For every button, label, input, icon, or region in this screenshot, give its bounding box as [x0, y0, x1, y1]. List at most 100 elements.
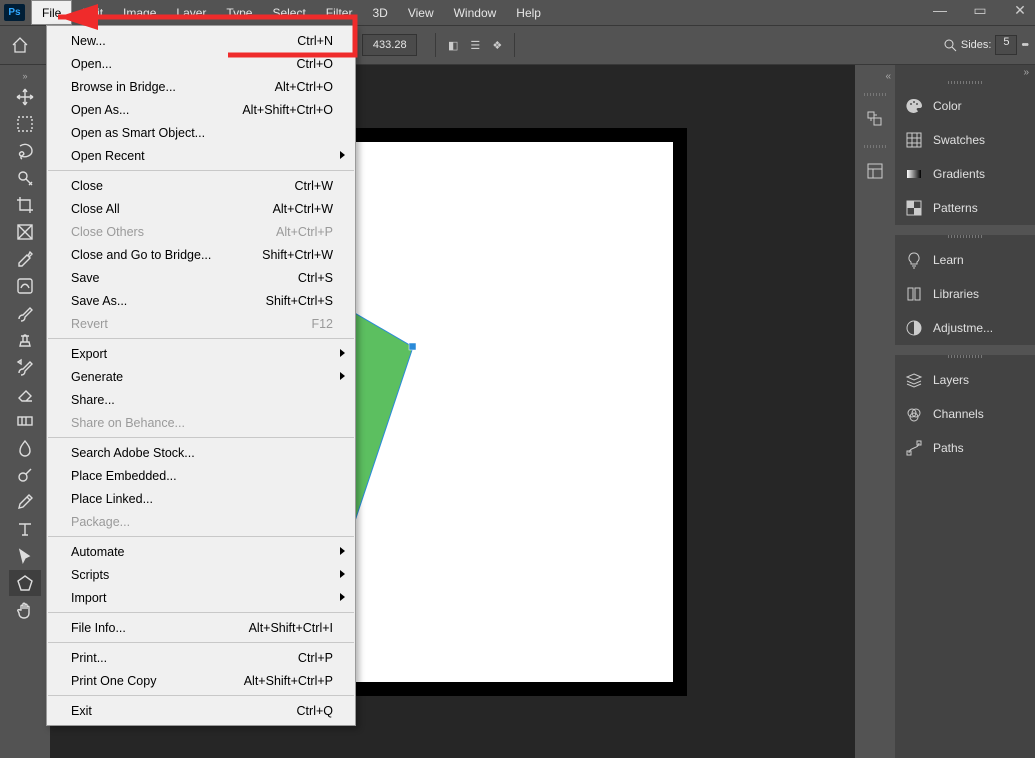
menuitem-export[interactable]: Export	[47, 342, 355, 365]
hand-tool[interactable]	[9, 597, 41, 623]
eraser-tool[interactable]	[9, 381, 41, 407]
bulb-icon	[905, 251, 923, 269]
menuitem-exit[interactable]: ExitCtrl+Q	[47, 699, 355, 722]
menuitem-label: Place Embedded...	[71, 469, 177, 483]
path-select-tool[interactable]	[9, 543, 41, 569]
menuitem-label: Search Adobe Stock...	[71, 446, 195, 460]
menuitem-placelinked[interactable]: Place Linked...	[47, 487, 355, 510]
menu-window[interactable]: Window	[444, 0, 507, 25]
menuitem-openassmartobject[interactable]: Open as Smart Object...	[47, 121, 355, 144]
menu-layer[interactable]: Layer	[166, 0, 216, 25]
panel-adjustme[interactable]: Adjustme...	[895, 311, 1035, 345]
menuitem-label: Package...	[71, 515, 130, 529]
path-arrange-button[interactable]: ❖	[486, 34, 508, 56]
type-tool[interactable]	[9, 516, 41, 542]
polygon-tool[interactable]	[9, 570, 41, 596]
panel-layers[interactable]: Layers	[895, 363, 1035, 397]
quick-select-tool[interactable]	[9, 165, 41, 191]
sides-field[interactable]: 5	[995, 35, 1017, 55]
book-icon	[905, 285, 923, 303]
crop-tool[interactable]	[9, 192, 41, 218]
pen-tool[interactable]	[9, 489, 41, 515]
menuitem-label: File Info...	[71, 621, 126, 635]
menuitem-closeall[interactable]: Close AllAlt+Ctrl+W	[47, 197, 355, 220]
menuitem-label: Open...	[71, 57, 112, 71]
menuitem-package: Package...	[47, 510, 355, 533]
path-ops-button[interactable]: ◧	[442, 34, 464, 56]
menuitem-label: Open As...	[71, 103, 129, 117]
height-field[interactable]: 433.28	[362, 34, 417, 56]
panel-paths[interactable]: Paths	[895, 431, 1035, 465]
menuitem-browseinbridge[interactable]: Browse in Bridge...Alt+Ctrl+O	[47, 75, 355, 98]
menuitem-placeembedded[interactable]: Place Embedded...	[47, 464, 355, 487]
panel-swatches[interactable]: Swatches	[895, 123, 1035, 157]
menuitem-import[interactable]: Import	[47, 586, 355, 609]
menuitem-label: Revert	[71, 317, 108, 331]
menuitem-shortcut: Ctrl+W	[294, 179, 333, 193]
menu-help[interactable]: Help	[506, 0, 551, 25]
panels-collapse-chevron[interactable]: »	[895, 65, 1035, 81]
menu-file[interactable]: File	[31, 0, 72, 25]
lasso-tool[interactable]	[9, 138, 41, 164]
panel-channels[interactable]: Channels	[895, 397, 1035, 431]
menuitem-label: Import	[71, 591, 106, 605]
properties-icon[interactable]	[861, 157, 889, 185]
menuitem-shareonbehance: Share on Behance...	[47, 411, 355, 434]
palette-icon	[905, 97, 923, 115]
path-align-button[interactable]: ☰	[464, 34, 486, 56]
panel-gradients[interactable]: Gradients	[895, 157, 1035, 191]
history-icon[interactable]	[861, 105, 889, 133]
menu-image[interactable]: Image	[113, 0, 166, 25]
menu-3d[interactable]: 3D	[362, 0, 397, 25]
panel-patterns[interactable]: Patterns	[895, 191, 1035, 225]
minimize-button[interactable]: —	[931, 2, 949, 19]
panel-color[interactable]: Color	[895, 89, 1035, 123]
menu-view[interactable]: View	[398, 0, 444, 25]
menuitem-new[interactable]: New...Ctrl+N	[47, 29, 355, 52]
menuitem-fileinfo[interactable]: File Info...Alt+Shift+Ctrl+I	[47, 616, 355, 639]
clone-stamp-tool[interactable]	[9, 327, 41, 353]
menuitem-print[interactable]: Print...Ctrl+P	[47, 646, 355, 669]
panel-learn[interactable]: Learn	[895, 243, 1035, 277]
menu-filter[interactable]: Filter	[316, 0, 363, 25]
rect-marquee-tool[interactable]	[9, 111, 41, 137]
gradient-tool[interactable]	[9, 408, 41, 434]
panel-label: Swatches	[933, 133, 985, 147]
menuitem-scripts[interactable]: Scripts	[47, 563, 355, 586]
menuitem-closeandgotobridge[interactable]: Close and Go to Bridge...Shift+Ctrl+W	[47, 243, 355, 266]
close-button[interactable]: ✕	[1011, 2, 1029, 19]
menuitem-label: Scripts	[71, 568, 109, 582]
home-button[interactable]	[8, 33, 32, 57]
menuitem-save[interactable]: SaveCtrl+S	[47, 266, 355, 289]
menuitem-generate[interactable]: Generate	[47, 365, 355, 388]
menuitem-label: Exit	[71, 704, 92, 718]
maximize-button[interactable]: ▭	[971, 2, 989, 19]
menuitem-openrecent[interactable]: Open Recent	[47, 144, 355, 167]
options-more-icon[interactable]: •••	[1021, 39, 1027, 51]
tools-panel: »	[0, 65, 50, 758]
brush-tool[interactable]	[9, 300, 41, 326]
move-tool[interactable]	[9, 84, 41, 110]
menuitem-label: Automate	[71, 545, 125, 559]
menuitem-printonecopy[interactable]: Print One CopyAlt+Shift+Ctrl+P	[47, 669, 355, 692]
menu-edit[interactable]: Edit	[72, 0, 113, 25]
panel-label: Channels	[933, 407, 984, 421]
tools-collapse-chevron[interactable]: »	[2, 71, 48, 81]
eyedropper-tool[interactable]	[9, 246, 41, 272]
panel-libraries[interactable]: Libraries	[895, 277, 1035, 311]
blur-tool[interactable]	[9, 435, 41, 461]
dodge-tool[interactable]	[9, 462, 41, 488]
menu-type[interactable]: Type	[216, 0, 262, 25]
menuitem-openas[interactable]: Open As...Alt+Shift+Ctrl+O	[47, 98, 355, 121]
strip-collapse-chevron[interactable]: «	[855, 71, 895, 85]
menuitem-close[interactable]: CloseCtrl+W	[47, 174, 355, 197]
history-brush-tool[interactable]	[9, 354, 41, 380]
menuitem-automate[interactable]: Automate	[47, 540, 355, 563]
menuitem-share[interactable]: Share...	[47, 388, 355, 411]
menuitem-saveas[interactable]: Save As...Shift+Ctrl+S	[47, 289, 355, 312]
menuitem-open[interactable]: Open...Ctrl+O	[47, 52, 355, 75]
menuitem-searchadobestock[interactable]: Search Adobe Stock...	[47, 441, 355, 464]
frame-tool[interactable]	[9, 219, 41, 245]
menu-select[interactable]: Select	[262, 0, 315, 25]
healing-brush-tool[interactable]	[9, 273, 41, 299]
